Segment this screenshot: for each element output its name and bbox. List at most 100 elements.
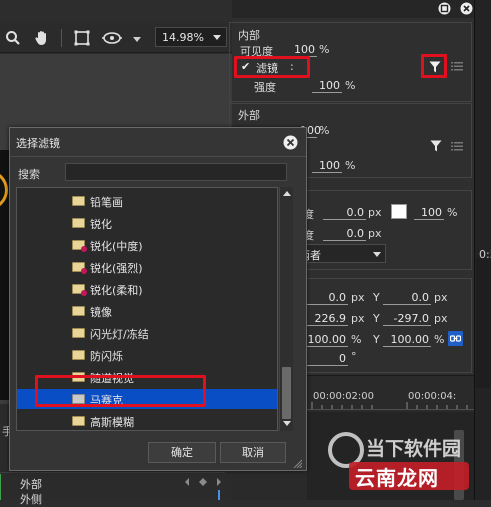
track-outer-2: 外侧 — [20, 493, 42, 506]
list-menu-icon[interactable] — [450, 60, 464, 72]
size-y-label: Y — [373, 312, 380, 325]
filter-list-item-label: 锐化(强烈) — [90, 262, 143, 275]
pos-y-label: Y — [373, 291, 380, 304]
scale-y-input[interactable]: 100.00 — [383, 333, 431, 347]
track-outer-1: 外部 — [20, 478, 42, 491]
link-aspect-icon[interactable] — [448, 331, 463, 346]
scale-y-label: Y — [373, 333, 380, 346]
size-x-unit: px — [351, 312, 365, 325]
inner-visibility-input[interactable]: 100 — [287, 43, 317, 57]
filter-list-item[interactable]: 锐化(强烈) — [17, 257, 277, 277]
filter-list-item[interactable]: 锐化 — [17, 213, 277, 233]
filter-list-item-label: 镜像 — [90, 306, 112, 319]
outer-strength-unit: % — [345, 159, 356, 172]
zoom-select[interactable]: 14.98% — [155, 27, 227, 47]
param-row2-input[interactable]: 0.0 — [323, 227, 366, 241]
inner-strength-label: 强度 — [254, 81, 276, 94]
param-row1-unit: px — [368, 206, 382, 219]
folder-icon — [72, 196, 85, 206]
resize-grip-icon[interactable] — [291, 457, 303, 469]
playhead-line — [218, 490, 220, 500]
pos-y-input[interactable]: 0.0 — [383, 291, 431, 305]
param-row1-input[interactable]: 0.0 — [323, 206, 366, 220]
outer-list-menu-icon[interactable] — [450, 140, 464, 152]
scroll-thumb[interactable] — [282, 367, 291, 419]
watermark-text: 当下软件园 — [366, 438, 462, 460]
param-row2-unit: px — [368, 227, 382, 240]
filter-list-item[interactable]: 锐化(中度) — [17, 235, 277, 255]
filter-search-input[interactable] — [65, 163, 287, 181]
folder-badge-icon — [72, 240, 87, 252]
hand-tool-icon[interactable] — [31, 28, 53, 48]
toolbar-divider — [61, 29, 62, 47]
filter-list-item[interactable]: 锐化(柔和) — [17, 279, 277, 299]
filter-list-item[interactable]: 闪光灯/冻结 — [17, 323, 277, 343]
scale-y-unit: % — [434, 333, 445, 346]
filter-list-item[interactable]: 镜像 — [17, 301, 277, 321]
outer-section-header: 外部 — [238, 109, 260, 122]
size-y-input[interactable]: -297.0 — [383, 312, 431, 326]
filter-list-item[interactable]: 防闪烁 — [17, 345, 277, 365]
list-scrollbar[interactable] — [279, 187, 293, 431]
dialog-title-divider — [10, 156, 306, 157]
dialog-title: 选择滤镜 — [16, 137, 60, 150]
filter-list-item-label: 闪光灯/冻结 — [90, 328, 149, 341]
outer-filter-funnel-icon[interactable] — [427, 138, 445, 154]
folder-icon — [72, 218, 85, 228]
track-green-line — [0, 474, 1, 500]
inner-strength-input[interactable]: 100 — [312, 79, 342, 93]
filter-list-item-label: 锐化 — [90, 218, 112, 231]
mosaic-highlight-box — [35, 375, 206, 407]
folder-icon — [72, 328, 85, 338]
keyframe-arrows-icon[interactable] — [183, 476, 223, 488]
cancel-button[interactable]: 取消 — [220, 442, 286, 463]
pos-x-unit: px — [351, 291, 365, 304]
inner-section-header: 内部 — [238, 29, 260, 42]
filter-list-item[interactable]: 铅笔画 — [17, 191, 277, 211]
inner-visibility-unit: % — [319, 43, 330, 56]
param-row1-percent-unit: % — [447, 206, 458, 219]
zoom-value: 14.98% — [162, 31, 204, 44]
outer-visibility-unit: % — [319, 124, 330, 137]
track-divider — [0, 472, 225, 473]
filter-button-highlight-box — [421, 54, 447, 78]
restore-window-icon[interactable] — [435, 0, 453, 16]
pos-x-input[interactable]: 0.0 — [302, 291, 348, 305]
watermark-logo-text: 云南龙网 — [355, 466, 439, 490]
filter-list-item-label: 锐化(中度) — [90, 240, 143, 253]
filter-list-item-label: 铅笔画 — [90, 196, 123, 209]
scale-x-unit: % — [351, 333, 362, 346]
rotation-input[interactable]: 0 — [302, 352, 348, 366]
search-icon[interactable] — [4, 29, 22, 47]
filter-highlight-box — [234, 56, 310, 78]
pos-y-unit: px — [434, 291, 448, 304]
filter-list-item-label: 防闪烁 — [90, 350, 123, 363]
size-x-input[interactable]: 226.9 — [302, 312, 348, 326]
watermark: 当下软件园 云南龙网 — [322, 430, 482, 500]
ok-button[interactable]: 确定 — [148, 442, 216, 463]
folder-icon — [72, 416, 85, 426]
folder-icon — [72, 306, 85, 316]
param-row1-percent-input[interactable]: 100 — [414, 206, 444, 220]
zoom-dropdown-arrow-icon — [213, 35, 221, 40]
filter-list-item-label: 锐化(柔和) — [90, 284, 143, 297]
folder-icon — [72, 350, 85, 360]
right-edge-panel-block — [476, 258, 491, 388]
close-window-icon[interactable] — [457, 0, 475, 16]
scroll-down-icon[interactable] — [283, 421, 291, 426]
inner-strength-unit: % — [345, 79, 356, 92]
filter-list-item-label: 高斯模糊 — [90, 416, 134, 429]
chevron-down-icon[interactable] — [131, 34, 143, 46]
filter-list-item[interactable]: 高斯模糊 — [17, 411, 277, 430]
timeline-time-1: 00:00:02:00 — [313, 391, 375, 402]
crop-frame-icon[interactable] — [72, 28, 92, 48]
dialog-close-icon[interactable] — [281, 133, 299, 151]
outer-strength-input[interactable]: 100 — [312, 159, 342, 173]
eye-preview-icon[interactable] — [101, 28, 123, 48]
blend-dropdown-arrow-icon — [373, 252, 381, 257]
search-label: 搜索 — [18, 168, 40, 181]
scale-x-input[interactable]: 100.00 — [302, 333, 348, 347]
scroll-up-icon[interactable] — [283, 191, 291, 196]
folder-badge-icon — [72, 284, 87, 296]
color-swatch[interactable] — [391, 204, 407, 219]
